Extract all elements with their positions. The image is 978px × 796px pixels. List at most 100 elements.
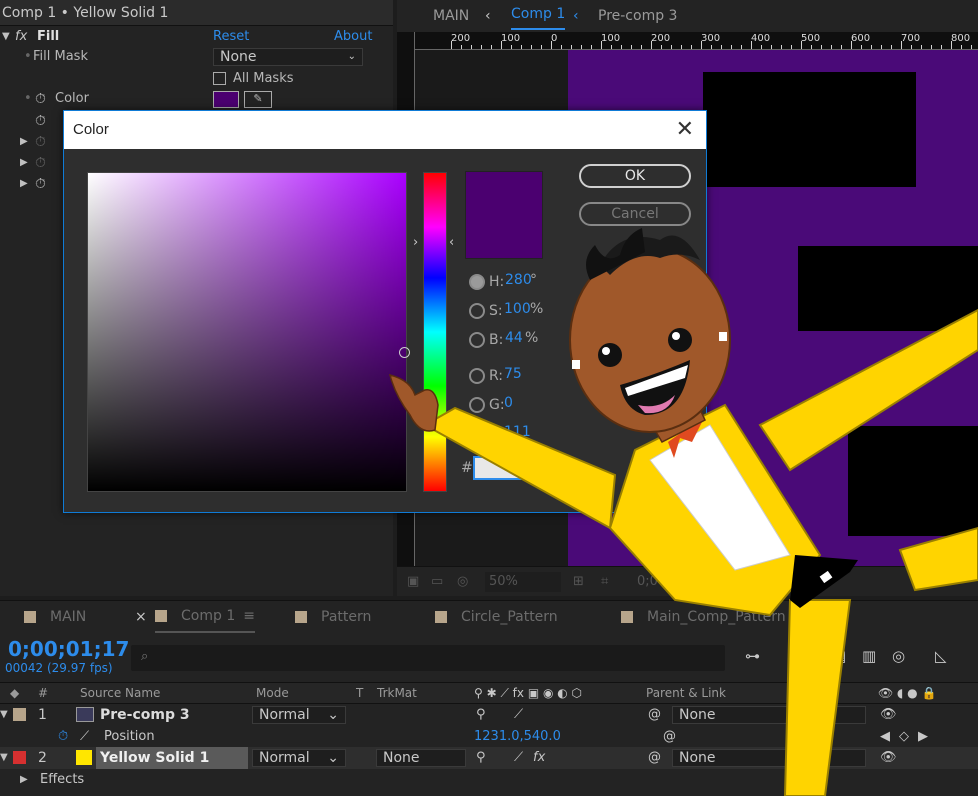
ruler-tick <box>681 45 682 49</box>
hand <box>388 373 439 432</box>
tab-main[interactable]: MAIN <box>433 0 469 32</box>
search-icon: ⌕ <box>141 649 149 664</box>
ruler-tick <box>521 45 522 49</box>
twirl-right-icon[interactable]: ▶ <box>20 173 28 195</box>
ruler-tick <box>811 45 812 49</box>
twirl-right-icon[interactable]: ▶ <box>20 152 28 174</box>
eyedropper-icon[interactable]: ✎ <box>244 91 272 108</box>
ruler-tick <box>651 41 652 49</box>
ruler-tick <box>571 45 572 49</box>
viewer-tabs: MAIN ‹ Comp 1 ‹ Pre-comp 3 <box>397 0 978 32</box>
ruler-tick <box>751 41 752 49</box>
twirl-right-icon[interactable]: ▶ <box>20 769 28 791</box>
effect-name: Fill <box>37 29 60 44</box>
ruler-tick <box>611 45 612 49</box>
effect-fill-row[interactable]: ▼ fx Fill Reset About <box>0 26 393 48</box>
ruler-tick <box>591 45 592 49</box>
ruler-tick <box>731 45 732 49</box>
dialog-titlebar[interactable]: Color ✕ <box>64 111 706 149</box>
earring <box>572 360 580 369</box>
fill-mask-dropdown[interactable]: None ⌄ <box>213 48 363 66</box>
menu-icon[interactable]: ≡ <box>243 608 255 624</box>
twirl-down-icon[interactable]: ▼ <box>0 704 8 726</box>
right-arm <box>388 373 617 530</box>
ruler-tick <box>951 41 952 49</box>
close-icon[interactable]: ✕ <box>676 111 694 149</box>
tab-pre-comp-3[interactable]: Pre-comp 3 <box>598 0 677 32</box>
panel-title: Comp 1 • Yellow Solid 1 <box>0 0 393 26</box>
ruler-tick <box>621 45 622 49</box>
stopwatch-icon[interactable]: ⏱ <box>35 173 46 195</box>
position-label: Position <box>104 729 155 744</box>
ruler-tick <box>941 45 942 49</box>
color-swatch[interactable] <box>213 91 239 108</box>
nav-back-icon[interactable]: ‹ <box>485 0 491 32</box>
mode-dropdown[interactable]: Normal ⌄ <box>252 749 346 767</box>
nav-back-icon[interactable]: ‹ <box>573 0 579 32</box>
ruler-tick <box>691 45 692 49</box>
stopwatch-icon[interactable]: ⏱ <box>35 88 46 110</box>
effects-label: Effects <box>40 772 85 787</box>
layer-name[interactable]: Pre-comp 3 <box>100 704 190 726</box>
ruler-tick <box>911 45 912 49</box>
ruler-tick <box>851 41 852 49</box>
ruler-tick <box>581 45 582 49</box>
fill-mask-label: Fill Mask <box>33 49 88 64</box>
stopwatch-icon[interactable]: ⏱ <box>35 131 46 153</box>
twirl-down-icon[interactable]: ▼ <box>0 747 8 769</box>
layer-label-color[interactable] <box>13 708 26 721</box>
reset-link[interactable]: Reset <box>213 26 249 48</box>
right-leg <box>783 599 852 796</box>
ruler-tick <box>971 45 972 49</box>
tab-main[interactable]: MAIN <box>24 601 86 634</box>
close-icon[interactable]: × <box>135 601 147 634</box>
twirl-down-icon[interactable]: ▼ <box>2 26 10 48</box>
stopwatch-icon[interactable]: ⏱ <box>35 152 46 174</box>
ruler-tick <box>661 45 662 49</box>
ruler-tick <box>891 45 892 49</box>
ruler-tick <box>551 41 552 49</box>
ruler-tick <box>801 41 802 49</box>
all-masks-checkbox[interactable] <box>213 72 226 85</box>
fx-icon[interactable]: fx <box>15 26 27 48</box>
layer-name[interactable]: Yellow Solid 1 <box>96 747 248 769</box>
label-tag-icon[interactable]: ◆ <box>10 683 19 703</box>
chevron-down-icon: ⌄ <box>327 707 339 723</box>
ruler-horizontal: 200 100 0 100 200 300 400 500 600 700 80… <box>415 32 978 50</box>
ruler-tick <box>471 45 472 49</box>
head <box>569 228 731 433</box>
timeline-timecode[interactable]: 0;00;01;17 <box>8 637 129 661</box>
cartoon-character <box>388 228 978 796</box>
fill-mask-row: • Fill Mask None ⌄ <box>0 46 393 68</box>
ok-button[interactable]: OK <box>579 164 691 188</box>
left-arm <box>758 308 978 472</box>
graph-icon[interactable]: ⟋ <box>80 726 89 748</box>
all-masks-row: All Masks <box>0 68 393 90</box>
ruler-tick <box>501 41 502 49</box>
ruler-tick <box>881 45 882 49</box>
comp-icon <box>24 611 36 623</box>
layer-label-color[interactable] <box>13 751 26 764</box>
tab-comp-1[interactable]: Comp 1 <box>511 0 566 30</box>
saturation-brightness-field[interactable] <box>87 172 410 492</box>
tab-comp-1[interactable]: Comp 1 ≡ <box>155 601 255 633</box>
tab-pattern[interactable]: Pattern <box>295 601 371 634</box>
about-link[interactable]: About <box>334 26 372 48</box>
ruler-tick <box>481 45 482 49</box>
ruler-tick <box>671 45 672 49</box>
ruler-tick <box>761 45 762 49</box>
ruler-tick <box>861 45 862 49</box>
color-label: Color <box>55 91 89 106</box>
stopwatch-icon[interactable]: ⏱ <box>58 726 68 748</box>
ruler-tick <box>721 45 722 49</box>
ruler-tick <box>901 41 902 49</box>
ruler-tick <box>451 41 452 49</box>
stopwatch-icon[interactable]: ⏱ <box>35 110 46 132</box>
twirl-right-icon[interactable]: ▶ <box>20 131 28 153</box>
ruler-tick <box>821 45 822 49</box>
all-masks-label: All Masks <box>233 71 294 86</box>
comp-icon <box>295 611 307 623</box>
ruler-tick <box>461 45 462 49</box>
comp-icon <box>155 610 167 622</box>
mode-dropdown[interactable]: Normal ⌄ <box>252 706 346 724</box>
